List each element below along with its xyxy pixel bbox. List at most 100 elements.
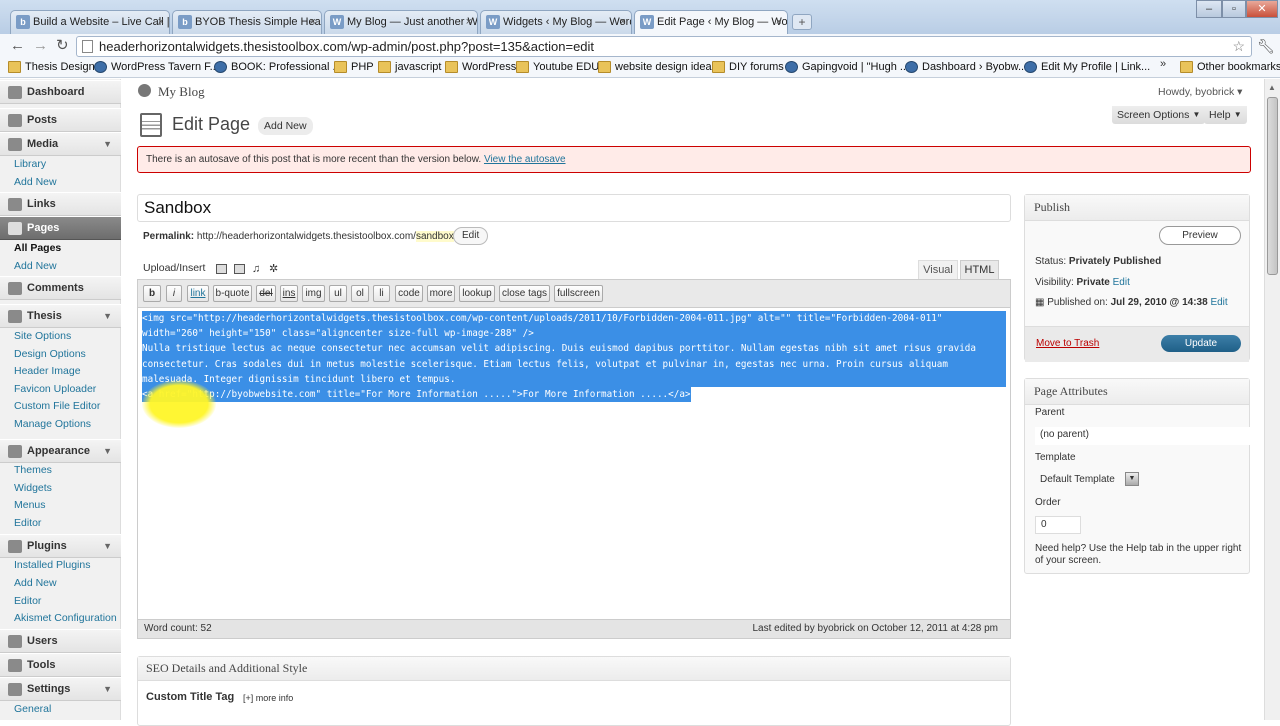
maximize-icon[interactable]: ▫ xyxy=(1222,0,1246,18)
page-attributes-title[interactable]: Page Attributes xyxy=(1025,379,1249,405)
menu-links[interactable]: Links xyxy=(0,192,121,216)
back-icon[interactable]: ← xyxy=(10,37,25,55)
permalink-slug[interactable]: sandbox xyxy=(415,231,454,242)
parent-select[interactable]: (no parent) xyxy=(1035,427,1270,445)
quicktag-del-button[interactable]: del xyxy=(256,285,276,302)
scrollbar-thumb[interactable] xyxy=(1267,97,1278,275)
bookmark-item[interactable]: Thesis Design xyxy=(8,60,95,75)
bookmark-item[interactable]: BOOK: Professional ... xyxy=(214,60,342,75)
expand-arrow-icon[interactable]: ▼ xyxy=(103,535,112,557)
quicktag-close-tags-button[interactable]: close tags xyxy=(499,285,550,302)
bookmark-item[interactable]: website design ideas xyxy=(598,60,717,75)
quicktag-bold-button[interactable]: b xyxy=(143,285,161,302)
bookmark-item[interactable]: Gapingvoid | "Hugh ... xyxy=(785,60,909,75)
menu-users[interactable]: Users xyxy=(0,629,121,653)
tab-html[interactable]: HTML xyxy=(960,260,999,279)
expand-arrow-icon[interactable]: ▼ xyxy=(103,133,112,155)
address-bar[interactable]: headerhorizontalwidgets.thesistoolbox.co… xyxy=(76,36,1252,57)
site-name[interactable]: My Blog xyxy=(158,84,205,100)
submenu-custom-file-editor[interactable]: Custom File Editor xyxy=(14,400,100,413)
order-input[interactable]: 0 xyxy=(1035,516,1081,534)
scroll-up-arrow-icon[interactable]: ▲ xyxy=(1268,83,1276,92)
publish-date-edit-link[interactable]: Edit xyxy=(1210,297,1227,308)
submenu-themes[interactable]: Themes xyxy=(14,464,52,477)
add-audio-icon[interactable]: ♫ xyxy=(252,264,263,275)
quicktag-bquote-button[interactable]: b-quote xyxy=(213,285,252,302)
close-tab-icon[interactable]: × xyxy=(776,11,782,33)
submenu-design-options[interactable]: Design Options xyxy=(14,348,86,361)
template-select[interactable]: Default Template ▼ xyxy=(1035,472,1139,490)
add-new-button[interactable]: Add New xyxy=(258,117,313,135)
browser-tab-active[interactable]: W Edit Page ‹ My Blog — Wor × xyxy=(634,10,788,34)
bookmark-item[interactable]: PHP xyxy=(334,60,374,75)
quicktag-code-button[interactable]: code xyxy=(395,285,423,302)
preview-button[interactable]: Preview xyxy=(1159,226,1241,245)
submenu-installed-plugins[interactable]: Installed Plugins xyxy=(14,559,90,572)
submenu-library[interactable]: Library xyxy=(14,158,46,171)
browser-tab[interactable]: W My Blog — Just another W × xyxy=(324,10,478,34)
quicktag-fullscreen-button[interactable]: fullscreen xyxy=(554,285,603,302)
bookmark-item[interactable]: javascript xyxy=(378,60,441,75)
window-close-icon[interactable]: ✕ xyxy=(1246,0,1278,18)
submenu-widgets[interactable]: Widgets xyxy=(14,482,52,495)
submenu-header-image[interactable]: Header Image xyxy=(14,365,81,378)
menu-tools[interactable]: Tools xyxy=(0,653,121,677)
quicktag-italic-button[interactable]: i xyxy=(166,285,182,302)
expand-arrow-icon[interactable]: ▼ xyxy=(103,678,112,700)
browser-tab[interactable]: b Build a Website – Live Call | × xyxy=(10,10,170,34)
menu-media[interactable]: Media ▼ xyxy=(0,132,121,156)
browser-tab[interactable]: b BYOB Thesis Simple Heade × xyxy=(172,10,322,34)
submenu-akismet-configuration[interactable]: Akismet Configuration xyxy=(14,612,117,625)
expand-arrow-icon[interactable]: ▼ xyxy=(103,305,112,327)
help-button[interactable]: Help ▼ xyxy=(1204,106,1247,124)
permalink-edit-button[interactable]: Edit xyxy=(453,227,489,245)
submenu-plugins-add-new[interactable]: Add New xyxy=(14,577,57,590)
add-image-icon[interactable] xyxy=(216,264,227,274)
publish-box-title[interactable]: Publish xyxy=(1025,195,1249,221)
quicktag-link-button[interactable]: link xyxy=(187,285,209,302)
visibility-edit-link[interactable]: Edit xyxy=(1113,277,1130,288)
bookmark-item[interactable]: Youtube EDU xyxy=(516,60,599,75)
add-video-icon[interactable] xyxy=(234,264,245,274)
content-textarea[interactable]: <img src="http://headerhorizontalwidgets… xyxy=(142,311,1006,617)
quicktag-img-button[interactable]: img xyxy=(302,285,325,302)
submenu-menus[interactable]: Menus xyxy=(14,499,46,512)
new-tab-button[interactable]: + xyxy=(792,14,812,30)
submenu-favicon-uploader[interactable]: Favicon Uploader xyxy=(14,383,96,396)
post-title-input[interactable]: Sandbox xyxy=(137,194,1011,222)
quicktag-li-button[interactable]: li xyxy=(373,285,390,302)
close-tab-icon[interactable]: × xyxy=(620,11,626,33)
view-autosave-link[interactable]: View the autosave xyxy=(484,154,566,165)
screen-options-button[interactable]: Screen Options ▼ xyxy=(1112,106,1206,124)
menu-pages[interactable]: Pages xyxy=(0,216,121,240)
seo-metabox-title[interactable]: SEO Details and Additional Style xyxy=(138,657,1010,681)
submenu-general[interactable]: General xyxy=(14,703,51,716)
more-info-link[interactable]: [+] more info xyxy=(243,693,293,703)
bookmark-item[interactable]: DIY forums xyxy=(712,60,784,75)
submenu-manage-options[interactable]: Manage Options xyxy=(14,418,91,431)
menu-thesis[interactable]: Thesis ▼ xyxy=(0,304,121,328)
user-greeting[interactable]: Howdy, byobrick ▾ xyxy=(1158,86,1242,98)
menu-plugins[interactable]: Plugins ▼ xyxy=(0,534,121,558)
bookmark-item[interactable]: Edit My Profile | Link... xyxy=(1024,60,1150,75)
submenu-media-add-new[interactable]: Add New xyxy=(14,176,57,189)
menu-settings[interactable]: Settings ▼ xyxy=(0,677,121,701)
add-media-icon[interactable]: ✲ xyxy=(269,264,280,275)
reload-icon[interactable]: ↻ xyxy=(56,37,69,55)
tab-visual[interactable]: Visual xyxy=(918,260,958,279)
wrench-icon[interactable]: 🔧︎ xyxy=(1257,38,1275,55)
menu-comments[interactable]: Comments xyxy=(0,276,121,300)
bookmark-item[interactable]: WordPress Tavern F... xyxy=(94,60,219,75)
close-tab-icon[interactable]: × xyxy=(466,11,472,33)
quicktag-more-button[interactable]: more xyxy=(427,285,455,302)
close-tab-icon[interactable]: × xyxy=(158,11,164,33)
quicktag-ins-button[interactable]: ins xyxy=(280,285,298,302)
forward-icon[interactable]: → xyxy=(33,37,48,55)
move-to-trash-link[interactable]: Move to Trash xyxy=(1036,338,1099,349)
menu-dashboard[interactable]: Dashboard xyxy=(0,80,121,104)
menu-posts[interactable]: Posts xyxy=(0,108,121,132)
bookmark-star-icon[interactable]: ☆ xyxy=(1232,37,1245,56)
menu-appearance[interactable]: Appearance ▼ xyxy=(0,439,121,463)
more-bookmarks-chevron-icon[interactable]: » xyxy=(1160,58,1166,70)
submenu-all-pages[interactable]: All Pages xyxy=(14,242,61,255)
